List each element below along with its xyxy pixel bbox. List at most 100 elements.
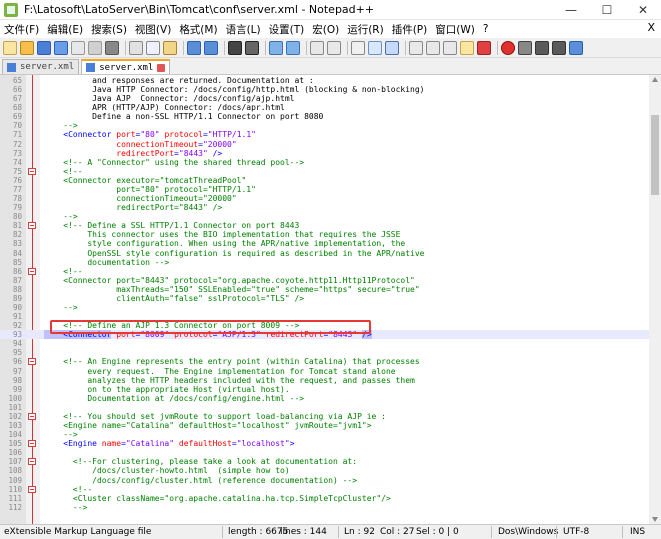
tab-close-icon[interactable] [157, 63, 166, 72]
scroll-up-arrow-icon[interactable] [652, 77, 658, 82]
find-icon[interactable] [228, 40, 242, 55]
code-line[interactable]: 74 <!-- A "Connector" using the shared t… [0, 158, 649, 167]
code-line[interactable]: 106 [0, 448, 649, 457]
menu-help[interactable]: ? [479, 23, 493, 35]
menu-settings[interactable]: 设置(T) [265, 22, 309, 37]
folder-as-workspace-icon[interactable] [460, 40, 474, 55]
code-line[interactable]: 71 <Connector port="80" protocol="HTTP/1… [0, 130, 649, 139]
maximize-button[interactable]: ☐ [589, 0, 625, 20]
menu-window[interactable]: 窗口(W) [431, 22, 479, 37]
fold-toggle-icon[interactable] [28, 458, 36, 466]
zoom-out-icon[interactable] [286, 40, 300, 55]
close-all-icon[interactable] [88, 40, 102, 55]
code-line[interactable]: 102 <!-- You should set jvmRoute to supp… [0, 412, 649, 421]
fold-toggle-icon[interactable] [28, 222, 36, 230]
fold-toggle-icon[interactable] [28, 485, 36, 493]
code-line[interactable]: 66 Java HTTP Connector: /docs/config/htt… [0, 85, 649, 94]
minimize-button[interactable]: — [553, 0, 589, 20]
print-icon[interactable] [105, 40, 119, 55]
code-line[interactable]: 78 connectionTimeout="20000" [0, 194, 649, 203]
function-list-icon[interactable] [443, 40, 457, 55]
record-macro-icon[interactable] [501, 40, 515, 55]
open-file-icon[interactable] [20, 40, 34, 55]
code-line[interactable]: 94 [0, 339, 649, 348]
code-line[interactable]: 87 <Connector port="8443" protocol="org.… [0, 276, 649, 285]
redo-icon[interactable] [204, 40, 218, 55]
code-line[interactable]: 88 maxThreads="150" SSLEnabled="true" sc… [0, 285, 649, 294]
code-line[interactable]: 95 [0, 348, 649, 357]
code-line[interactable]: 99 on to the appropriate Host (virtual h… [0, 385, 649, 394]
doc-map-icon[interactable] [426, 40, 440, 55]
show-all-chars-icon[interactable] [368, 40, 382, 55]
code-line[interactable]: 69 Define a non-SSL HTTP/1.1 Connector o… [0, 112, 649, 121]
tab-server-xml-2[interactable]: server.xml [81, 59, 171, 74]
code-line[interactable]: 67 Java AJP Connector: /docs/config/ajp.… [0, 94, 649, 103]
fold-toggle-icon[interactable] [28, 167, 36, 175]
code-line[interactable]: 97 every request. The Engine implementat… [0, 367, 649, 376]
indent-guide-icon[interactable] [385, 40, 399, 55]
code-line[interactable]: 112 --> [0, 503, 649, 512]
code-line[interactable]: 100 Documentation at /docs/config/engine… [0, 394, 649, 403]
menu-view[interactable]: 视图(V) [131, 22, 175, 37]
save-icon[interactable] [37, 40, 51, 55]
code-line[interactable]: 110 <!-- [0, 485, 649, 494]
code-line[interactable]: 82 This connector uses the BIO implement… [0, 230, 649, 239]
copy-icon[interactable] [146, 40, 160, 55]
menu-plugins[interactable]: 插件(P) [388, 22, 432, 37]
code-line[interactable]: 85 documentation --> [0, 258, 649, 267]
code-line[interactable]: 96 <!-- An Engine represents the entry p… [0, 357, 649, 366]
monitoring-icon[interactable] [477, 40, 491, 55]
close-window-button[interactable]: ✕ [625, 0, 661, 20]
menu-file[interactable]: 文件(F) [0, 22, 43, 37]
code-line[interactable]: 107 <!--For clustering, please take a lo… [0, 457, 649, 466]
paste-icon[interactable] [163, 40, 177, 55]
code-line[interactable]: 75 <!-- [0, 167, 649, 176]
menu-format[interactable]: 格式(M) [175, 22, 221, 37]
fold-toggle-icon[interactable] [28, 440, 36, 448]
code-line[interactable]: 72 connectionTimeout="20000" [0, 140, 649, 149]
code-line[interactable]: 73 redirectPort="8443" /> [0, 149, 649, 158]
vertical-scrollbar[interactable] [649, 75, 661, 524]
code-line[interactable]: 84 OpenSSL style configuration is requir… [0, 249, 649, 258]
code-line[interactable]: 90 --> [0, 303, 649, 312]
code-line[interactable]: 105 <Engine name="Catalina" defaultHost=… [0, 439, 649, 448]
code-line[interactable]: 76 <Connector executor="tomcatThreadPool… [0, 176, 649, 185]
replace-icon[interactable] [245, 40, 259, 55]
cut-icon[interactable] [129, 40, 143, 55]
new-file-icon[interactable] [3, 40, 17, 55]
zoom-in-icon[interactable] [269, 40, 283, 55]
code-line[interactable]: 80 --> [0, 212, 649, 221]
fold-toggle-icon[interactable] [28, 358, 36, 366]
code-line[interactable]: 109 /docs/config/cluster.html (reference… [0, 476, 649, 485]
code-line[interactable]: 81 <!-- Define a SSL HTTP/1.1 Connector … [0, 221, 649, 230]
code-line[interactable]: 101 [0, 403, 649, 412]
menu-edit[interactable]: 编辑(E) [43, 22, 87, 37]
code-line[interactable]: 79 redirectPort="8443" /> [0, 203, 649, 212]
editor-area[interactable]: 65 and responses are returned. Documenta… [0, 75, 649, 524]
code-line[interactable]: 89 clientAuth="false" sslProtocol="TLS" … [0, 294, 649, 303]
undo-icon[interactable] [187, 40, 201, 55]
close-document-x[interactable]: X [647, 21, 655, 34]
stop-macro-icon[interactable] [518, 40, 532, 55]
code-line[interactable]: 65 and responses are returned. Documenta… [0, 76, 649, 85]
fold-toggle-icon[interactable] [28, 267, 36, 275]
scrollbar-thumb[interactable] [651, 115, 659, 195]
define-language-icon[interactable] [409, 40, 423, 55]
menu-search[interactable]: 搜索(S) [87, 22, 131, 37]
save-macro-icon[interactable] [569, 40, 583, 55]
menu-macro[interactable]: 宏(O) [308, 22, 343, 37]
code-line[interactable]: 108 /docs/cluster-howto.html (simple how… [0, 466, 649, 475]
sync-vertical-icon[interactable] [310, 40, 324, 55]
code-line[interactable]: 68 APR (HTTP/AJP) Connector: /docs/apr.h… [0, 103, 649, 112]
fold-toggle-icon[interactable] [28, 412, 36, 420]
menu-language[interactable]: 语言(L) [222, 22, 265, 37]
code-line[interactable]: 86 <!-- [0, 267, 649, 276]
code-line[interactable]: 98 analyzes the HTTP headers included wi… [0, 376, 649, 385]
code-line[interactable]: 103 <Engine name="Catalina" defaultHost=… [0, 421, 649, 430]
code-line[interactable]: 111 <Cluster className="org.apache.catal… [0, 494, 649, 503]
close-file-icon[interactable] [71, 40, 85, 55]
sync-horizontal-icon[interactable] [327, 40, 341, 55]
code-line[interactable]: 104 --> [0, 430, 649, 439]
menu-run[interactable]: 运行(R) [343, 22, 388, 37]
tab-server-xml-1[interactable]: server.xml [2, 59, 80, 74]
